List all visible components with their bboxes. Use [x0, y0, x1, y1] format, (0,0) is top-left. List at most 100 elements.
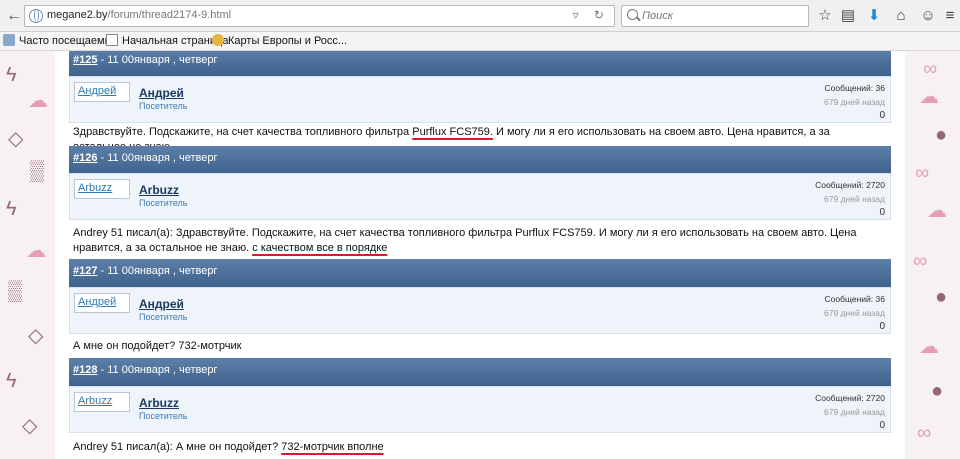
invader-icon: ▒ [30, 160, 45, 182]
author-role: Посетитель [139, 312, 188, 322]
menu-icon[interactable]: ≡ [940, 6, 960, 26]
author-name-link[interactable]: Arbuzz [139, 183, 179, 197]
home-icon[interactable]: ⌂ [891, 6, 911, 26]
author-stats: Сообщений: 36 679 дней назад 0 [824, 81, 885, 123]
post-text: А мне он подойдет? 732-мотрчик [73, 340, 242, 352]
post-number-link[interactable]: #125 [73, 54, 97, 66]
right-background-pattern: ∞ ☁ ● ∞ ☁ ∞ ● ☁ ● ∞ [905, 51, 960, 459]
highlighted-text: 732-мотрчик вполне [281, 441, 384, 453]
author-stats: Сообщений: 36 679 дней назад 0 [824, 292, 885, 334]
forum-thread: #125 - 11 00января , четверг Андрей Андр… [55, 51, 905, 459]
url-bar[interactable]: megane2.by/forum/thread2174-9.html ▿ ↻ [24, 5, 615, 27]
post-date: - 11 00января , четверг [97, 152, 218, 164]
search-box[interactable] [621, 5, 809, 27]
avatar[interactable]: Arbuzz [74, 392, 130, 412]
avatar[interactable]: Arbuzz [74, 179, 130, 199]
page-icon [106, 34, 118, 46]
diamond-icon: ◇ [28, 325, 44, 347]
post-body: Andrey 51 писал(а): Здравствуйте. Подска… [73, 226, 863, 256]
bomb-icon: ● [935, 124, 948, 146]
sunglasses-icon: ∞ [917, 422, 932, 444]
message-count: Сообщений: 36 [824, 83, 885, 93]
search-input[interactable] [642, 8, 802, 24]
url-text: megane2.by/forum/thread2174-9.html [47, 9, 232, 21]
sunglasses-icon: ∞ [913, 250, 928, 272]
back-arrow-icon[interactable]: ← [4, 5, 24, 27]
author-name-link[interactable]: Андрей [139, 86, 184, 100]
cloud-icon: ☁ [919, 336, 939, 358]
reputation: 0 [879, 420, 885, 431]
maps-icon [212, 34, 224, 46]
bookmark-start-page[interactable]: Начальная страница [106, 34, 228, 47]
post-date: - 11 00января , четверг [97, 54, 218, 66]
post-age: 679 дней назад [824, 308, 885, 318]
post-number-link[interactable]: #128 [73, 364, 97, 376]
author-name-link[interactable]: Arbuzz [139, 396, 179, 410]
post-text: Andrey 51 писал(а): А мне он подойдет? [73, 441, 282, 453]
post-age: 679 дней назад [824, 407, 885, 417]
message-count: Сообщений: 2720 [815, 393, 885, 403]
message-count: Сообщений: 2720 [815, 180, 885, 190]
author-stats: Сообщений: 2720 679 дней назад 0 [815, 178, 885, 220]
download-icon[interactable]: ⬇ [864, 6, 884, 26]
avatar[interactable]: Андрей [74, 293, 130, 313]
diamond-icon: ◇ [22, 415, 38, 437]
post-text: Здравствуйте. Подскажите, на счет качест… [73, 126, 413, 138]
left-background-pattern: ϟ ☁ ◇ ▒ ϟ ☁ ▒ ◇ ϟ ◇ [0, 51, 55, 459]
author-name-link[interactable]: Андрей [139, 297, 184, 311]
reputation: 0 [879, 321, 885, 332]
post-age: 679 дней назад [824, 97, 885, 107]
reading-list-icon[interactable]: ▤ [838, 6, 858, 26]
chat-icon[interactable]: ☺ [918, 6, 938, 26]
lightning-icon: ϟ [6, 198, 17, 220]
cloud-icon: ☁ [26, 240, 46, 262]
search-icon [627, 9, 638, 20]
url-actions[interactable]: ▿ ↻ [573, 8, 610, 22]
lightning-icon: ϟ [6, 370, 17, 392]
sunglasses-icon: ∞ [915, 162, 930, 184]
post-author-panel: Андрей Андрей Посетитель Сообщений: 36 6… [69, 287, 891, 334]
post-text: Andrey 51 писал(а): Здравствуйте. Подска… [73, 227, 857, 254]
post-date: - 11 00января , четверг [97, 265, 218, 277]
lightning-icon: ϟ [6, 64, 17, 86]
bookmarks-bar: Часто посещаемые Начальная страница Карт… [0, 32, 960, 51]
author-role: Посетитель [139, 101, 188, 111]
post-header: #125 - 11 00января , четверг [69, 51, 891, 76]
web-page: ϟ ☁ ◇ ▒ ϟ ☁ ▒ ◇ ϟ ◇ ∞ ☁ ● ∞ ☁ ∞ ● ☁ ● ∞ … [0, 51, 960, 459]
invader-icon: ▒ [8, 280, 23, 302]
post-header: #127 - 11 00января , четверг [69, 259, 891, 287]
reputation: 0 [879, 110, 885, 121]
globe-icon [29, 9, 43, 23]
bookmark-maps[interactable]: Карты Европы и Росс... [212, 34, 347, 47]
post-author-panel: Андрей Андрей Посетитель Сообщений: 36 6… [69, 76, 891, 123]
post-author-panel: Arbuzz Arbuzz Посетитель Сообщений: 2720… [69, 173, 891, 220]
star-bookmark-icon[interactable]: ☆ [815, 6, 835, 26]
post-header: #126 - 11 00января , четверг [69, 146, 891, 174]
bomb-icon: ● [935, 286, 948, 308]
bookmark-most-visited[interactable]: Часто посещаемые [3, 34, 119, 47]
author-role: Посетитель [139, 411, 188, 421]
post-age: 679 дней назад [824, 194, 885, 204]
reputation: 0 [879, 207, 885, 218]
bookmark-folder-icon [3, 34, 15, 46]
avatar[interactable]: Андрей [74, 82, 130, 102]
cloud-icon: ☁ [927, 200, 947, 222]
highlighted-text: с качеством все в порядке [252, 242, 388, 254]
post-number-link[interactable]: #127 [73, 265, 97, 277]
post-body: А мне он подойдет? 732-мотрчик [73, 339, 863, 354]
post-date: - 11 00января , четверг [97, 364, 218, 376]
sunglasses-icon: ∞ [923, 58, 938, 80]
browser-toolbar: ← megane2.by/forum/thread2174-9.html ▿ ↻… [0, 0, 960, 32]
highlighted-text: Purflux FCS759. [412, 126, 493, 138]
cloud-icon: ☁ [28, 90, 48, 112]
post-header: #128 - 11 00января , четверг [69, 358, 891, 386]
post-author-panel: Arbuzz Arbuzz Посетитель Сообщений: 2720… [69, 386, 891, 433]
author-role: Посетитель [139, 198, 188, 208]
author-stats: Сообщений: 2720 679 дней назад 0 [815, 391, 885, 433]
diamond-icon: ◇ [8, 128, 24, 150]
post-body: Andrey 51 писал(а): А мне он подойдет? 7… [73, 440, 863, 455]
bomb-icon: ● [931, 380, 944, 402]
message-count: Сообщений: 36 [824, 294, 885, 304]
post-number-link[interactable]: #126 [73, 152, 97, 164]
cloud-icon: ☁ [919, 86, 939, 108]
